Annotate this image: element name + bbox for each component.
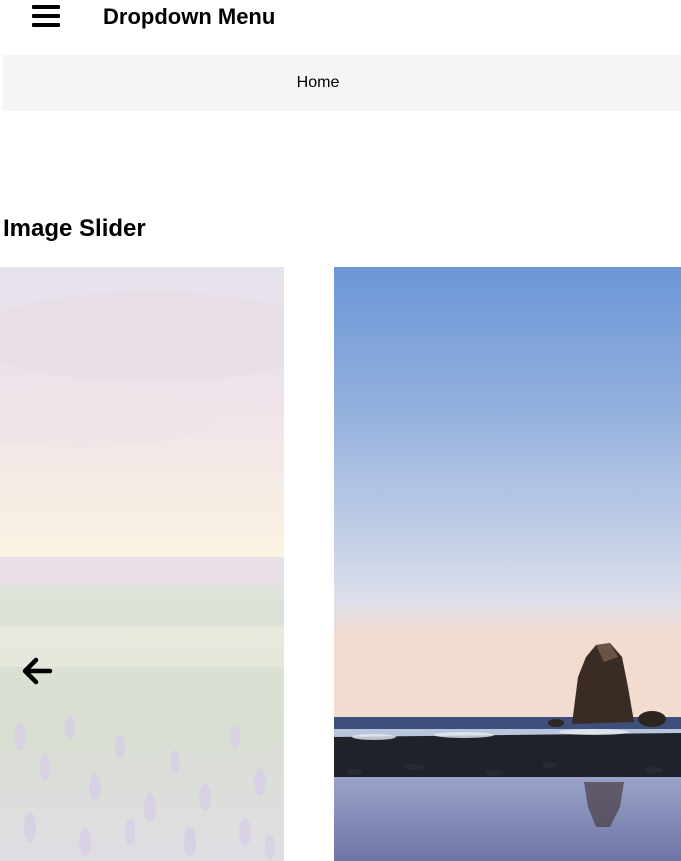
slide-meadow-image (0, 267, 284, 861)
page-title: Dropdown Menu (103, 4, 276, 29)
arrow-left-icon[interactable] (20, 654, 54, 688)
hamburger-menu-icon[interactable] (32, 3, 62, 29)
slider-heading: Image Slider (3, 215, 146, 242)
image-slider (0, 267, 681, 861)
header: Dropdown Menu (0, 0, 681, 40)
nav-item-home[interactable]: Home (3, 55, 633, 111)
slide-beach-image (334, 267, 681, 861)
nav-bar: Home (3, 55, 681, 111)
